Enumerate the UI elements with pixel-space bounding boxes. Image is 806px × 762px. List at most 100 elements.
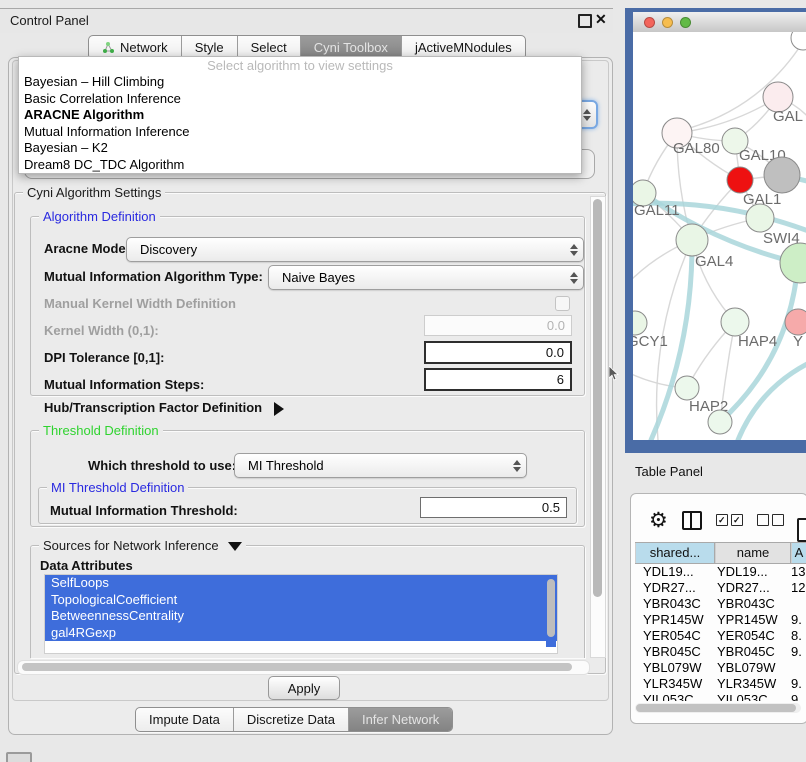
network-canvas[interactable]: GALGAL80GAL10GAL1GAL11SWI4GAL4GCY1HAP4YH…	[633, 32, 806, 440]
table-cell: YPR145W	[635, 612, 713, 627]
mi-threshold-field[interactable]: 0.5	[420, 497, 567, 518]
table-row[interactable]: YDL19...YDL19...13	[635, 563, 806, 579]
algorithm-placeholder: Select algorithm to view settings	[19, 57, 581, 74]
network-node-label: Y	[793, 333, 803, 350]
table-cell: 9.	[787, 612, 806, 627]
table-cell: YDR27...	[713, 580, 787, 595]
window-zoom-icon[interactable]	[680, 17, 691, 28]
attribute-list-item[interactable]: gal4RGexp	[45, 625, 557, 642]
table-row[interactable]: YBR045CYBR045C9.	[635, 643, 806, 659]
mi-type-label: Mutual Information Algorithm Type:	[44, 269, 263, 284]
algorithm-option[interactable]: Bayesian – Hill Climbing	[19, 74, 581, 91]
table-cell: YDL19...	[635, 564, 713, 579]
network-window-titlebar[interactable]	[633, 12, 806, 33]
network-node[interactable]	[780, 243, 806, 283]
algorithm-option[interactable]: ARACNE Algorithm	[19, 107, 581, 124]
table-row[interactable]: YER054CYER054C8.	[635, 627, 806, 643]
tab-label: Infer Network	[362, 712, 439, 727]
table-cell: YBL079W	[635, 660, 713, 675]
network-node-hap2[interactable]	[675, 376, 699, 400]
table-column-header[interactable]: shared...	[635, 543, 715, 563]
mi-steps-field[interactable]: 6	[424, 368, 572, 391]
apply-button[interactable]: Apply	[268, 676, 340, 700]
network-node-y[interactable]	[785, 309, 806, 335]
which-threshold-combo[interactable]: MI Threshold	[234, 453, 527, 478]
aracne-mode-combo[interactable]: Discovery	[126, 237, 584, 262]
mi-type-combo[interactable]: Naive Bayes	[268, 265, 584, 290]
tab-impute-data[interactable]: Impute Data	[136, 708, 233, 731]
dpi-tolerance-field[interactable]: 0.0	[424, 341, 572, 364]
list-scrollbar-thumb[interactable]	[547, 579, 555, 637]
mi-steps-label: Mutual Information Steps:	[44, 377, 204, 392]
tab-discretize-data[interactable]: Discretize Data	[233, 708, 348, 731]
table-row[interactable]: YPR145WYPR145W9.	[635, 611, 806, 627]
gear-icon[interactable]	[649, 510, 668, 531]
data-attributes-list[interactable]: SelfLoopsTopologicalCoefficientBetweenne…	[44, 574, 558, 654]
document-icon[interactable]	[797, 518, 806, 542]
tab-label: Select	[251, 40, 287, 55]
settings-horizontal-scrollbar[interactable]	[17, 660, 590, 675]
algorithm-option[interactable]: Basic Correlation Inference	[19, 91, 581, 108]
tab-label: Style	[195, 40, 224, 55]
expand-right-icon[interactable]	[274, 402, 284, 416]
network-node-label: HAP4	[738, 333, 777, 350]
attribute-list-item[interactable]: BetweennessCentrality	[45, 608, 557, 625]
network-node[interactable]	[708, 410, 732, 434]
network-graph[interactable]: GALGAL80GAL10GAL1GAL11SWI4GAL4GCY1HAP4YH…	[633, 32, 806, 440]
table-row[interactable]: YDR27...YDR27...12	[635, 579, 806, 595]
collapse-down-icon[interactable]	[228, 542, 242, 551]
network-node-swi4[interactable]	[746, 204, 774, 232]
network-edge[interactable]	[738, 362, 806, 440]
table-cell: YBR043C	[635, 596, 713, 611]
deselect-all-columns-icon[interactable]	[757, 514, 784, 526]
network-node[interactable]	[764, 157, 800, 193]
algorithm-option[interactable]: Mutual Information Inference	[19, 124, 581, 141]
table-cell: YER054C	[635, 628, 713, 643]
dock-panel-icon[interactable]	[6, 752, 32, 762]
settings-vertical-thumb[interactable]	[593, 199, 602, 597]
network-node-hap4[interactable]	[721, 308, 749, 336]
table-column-header[interactable]: A	[791, 543, 806, 563]
network-node-gal4[interactable]	[676, 224, 708, 256]
window-close-icon[interactable]	[644, 17, 655, 28]
table-cell: YBL079W	[713, 660, 787, 675]
tab-label: jActiveMNodules	[415, 40, 512, 55]
settings-vertical-scrollbar[interactable]	[590, 196, 606, 658]
combo-arrows-icon	[570, 238, 578, 261]
network-node-label: GAL80	[673, 140, 720, 157]
table-row[interactable]: YBR043CYBR043C	[635, 595, 806, 611]
kernel-width-field[interactable]: 0.0	[424, 315, 572, 336]
table-column-header[interactable]: name	[715, 543, 791, 563]
table-horizontal-scrollbar[interactable]	[635, 703, 801, 713]
table-row[interactable]: YLR345WYLR345W9.	[635, 675, 806, 691]
window-minimize-icon[interactable]	[662, 17, 673, 28]
attribute-list-item[interactable]: SelfLoops	[45, 575, 557, 592]
dpi-tolerance-value: 0.0	[546, 345, 564, 360]
tab-infer-network[interactable]: Infer Network	[348, 708, 452, 731]
columns-icon[interactable]	[682, 511, 702, 530]
algorithm-option[interactable]: Dream8 DC_TDC Algorithm	[19, 157, 581, 174]
network-node[interactable]	[791, 32, 806, 50]
table-row[interactable]: YIL053CYIL053C9	[635, 691, 806, 701]
network-node-gal1[interactable]	[727, 167, 753, 193]
select-all-columns-icon[interactable]	[716, 514, 743, 526]
table-row[interactable]: YBL079WYBL079W	[635, 659, 806, 675]
manual-kernel-label: Manual Kernel Width Definition	[44, 296, 236, 311]
threshold-definition-title: Threshold Definition	[39, 423, 163, 438]
network-node-label: GAL11	[634, 202, 680, 219]
table-horizontal-thumb[interactable]	[636, 704, 796, 712]
apply-button-label: Apply	[288, 681, 321, 696]
network-node-gcy1[interactable]	[633, 311, 647, 335]
which-threshold-value: MI Threshold	[248, 458, 324, 473]
hub-definition-toggle[interactable]: Hub/Transcription Factor Definition	[44, 400, 284, 416]
settings-horizontal-thumb[interactable]	[22, 663, 572, 671]
list-scrollbar[interactable]	[546, 577, 556, 647]
algorithm-option[interactable]: Bayesian – K2	[19, 140, 581, 157]
table-cell: YBR045C	[713, 644, 787, 659]
float-panel-icon[interactable]	[578, 14, 592, 28]
tab-label: Cyni Toolbox	[314, 40, 388, 55]
attribute-list-item[interactable]: TopologicalCoefficient	[45, 592, 557, 609]
close-panel-icon[interactable]	[595, 11, 607, 28]
aracne-mode-value: Discovery	[140, 242, 197, 257]
manual-kernel-checkbox[interactable]	[555, 296, 570, 311]
